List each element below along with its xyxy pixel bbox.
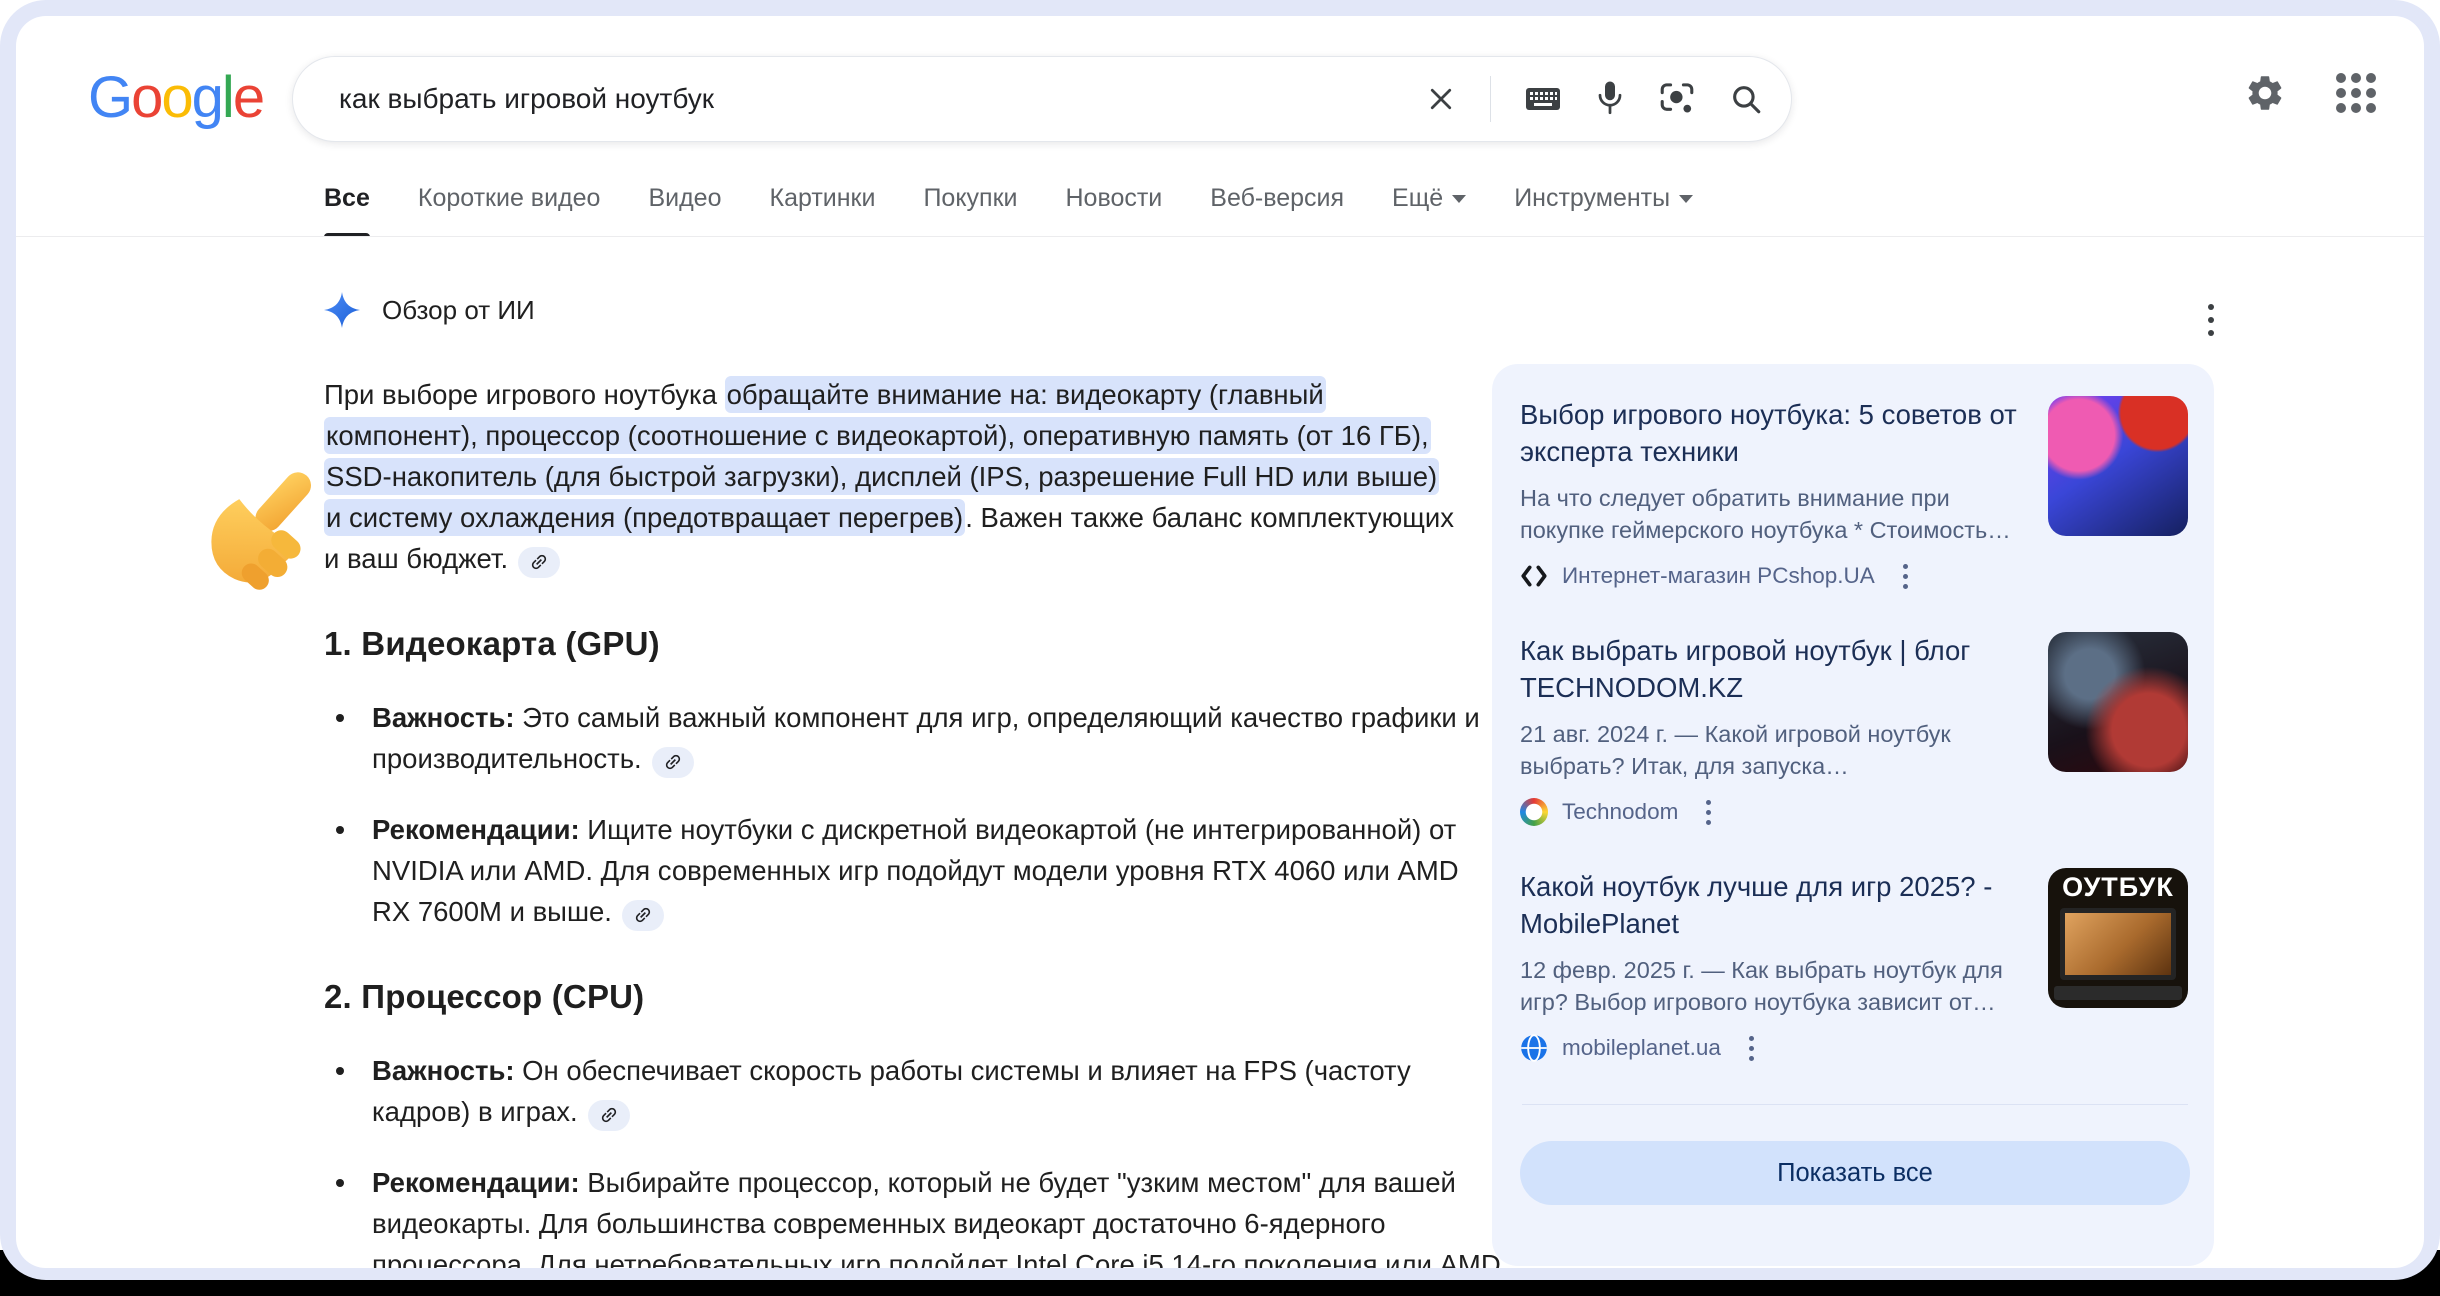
- search-box[interactable]: [292, 56, 1792, 142]
- thumbnail[interactable]: [2048, 632, 2188, 772]
- aio-title: Обзор от ИИ: [382, 295, 535, 326]
- search-input[interactable]: [339, 83, 1339, 115]
- google-lens-icon[interactable]: [1659, 81, 1695, 117]
- list-item: Важность: Это самый важный компонент для…: [324, 697, 1504, 779]
- browser-page: Google: [16, 16, 2424, 1268]
- ai-overview: Обзор от ИИ При выборе игрового ноутбука…: [324, 292, 1460, 1268]
- tab-shopping[interactable]: Покупки: [923, 182, 1017, 237]
- google-apps-icon[interactable]: [2336, 73, 2376, 113]
- tab-images[interactable]: Картинки: [770, 182, 876, 237]
- list-item: Важность: Он обеспечивает скорость работ…: [324, 1050, 1504, 1132]
- source-link-chip[interactable]: [622, 900, 664, 931]
- thumbnail[interactable]: ОУТБУК: [2048, 868, 2188, 1008]
- card-snippet: 21 авг. 2024 г. — Какой игровой ноутбук …: [1520, 718, 2024, 782]
- tab-more[interactable]: Ещё: [1392, 182, 1466, 237]
- cpu-bullet-list: Важность: Он обеспечивает скорость работ…: [324, 1050, 1460, 1268]
- tab-short-videos[interactable]: Короткие видео: [418, 182, 601, 237]
- tabs-divider: [16, 236, 2424, 237]
- google-logo[interactable]: Google: [88, 64, 263, 131]
- screenshot-root: Google: [0, 0, 2440, 1296]
- list-item: Рекомендации: Ищите ноутбуки с дискретно…: [324, 809, 1504, 932]
- card-title[interactable]: Как выбрать игровой ноутбук | блог TECHN…: [1520, 632, 2024, 706]
- card-snippet: 12 февр. 2025 г. — Как выбрать ноутбук д…: [1520, 954, 2024, 1018]
- thumbnail[interactable]: [2048, 396, 2188, 536]
- tab-tools[interactable]: Инструменты: [1514, 182, 1693, 237]
- section-heading-gpu: 1. Видеокарта (GPU): [324, 625, 1460, 663]
- source-name: Technodom: [1562, 799, 1678, 825]
- pointing-hand-emoji: [181, 456, 331, 606]
- three-dots-icon[interactable]: [1706, 800, 1711, 825]
- tab-videos[interactable]: Видео: [648, 182, 721, 237]
- card-title[interactable]: Какой ноутбук лучше для игр 2025? - Mobi…: [1520, 868, 2024, 942]
- laptop-screen-graphic: [2060, 908, 2176, 980]
- card-title[interactable]: Выбор игрового ноутбука: 5 советов от эк…: [1520, 396, 2024, 470]
- list-item: Рекомендации: Выбирайте процессор, котор…: [324, 1162, 1504, 1268]
- chevron-down-icon: [1679, 195, 1693, 203]
- source-card-1[interactable]: Выбор игрового ноутбука: 5 советов от эк…: [1520, 396, 2190, 590]
- tab-web[interactable]: Веб-версия: [1210, 182, 1344, 237]
- voice-search-icon[interactable]: [1595, 79, 1625, 119]
- search-submit-icon[interactable]: [1729, 82, 1763, 116]
- source-link-chip[interactable]: [652, 747, 694, 778]
- gemini-sparkle-icon: [324, 292, 360, 328]
- chevron-down-icon: [1452, 195, 1466, 203]
- tab-news[interactable]: Новости: [1065, 182, 1162, 237]
- source-name: Интернет-магазин PCshop.UA: [1562, 563, 1875, 589]
- show-all-button[interactable]: Показать все: [1520, 1141, 2190, 1205]
- clear-search-icon[interactable]: [1426, 84, 1456, 114]
- section-heading-cpu: 2. Процессор (CPU): [324, 978, 1460, 1016]
- tab-all[interactable]: Все: [324, 182, 370, 237]
- aio-sources-panel: Выбор игрового ноутбука: 5 советов от эк…: [1492, 364, 2214, 1266]
- source-link-chip[interactable]: [588, 1100, 630, 1131]
- gpu-bullet-list: Важность: Это самый важный компонент для…: [324, 697, 1460, 932]
- three-dots-icon: [2208, 304, 2214, 336]
- aio-overflow-menu[interactable]: [2208, 304, 2214, 336]
- panel-divider: [1522, 1104, 2188, 1105]
- globe-favicon: [1520, 1034, 1548, 1062]
- three-dots-icon[interactable]: [1903, 564, 1908, 589]
- search-divider: [1490, 76, 1491, 122]
- source-card-3[interactable]: Какой ноутбук лучше для игр 2025? - Mobi…: [1520, 868, 2190, 1062]
- code-brackets-favicon: [1520, 562, 1548, 590]
- aio-intro-paragraph: При выборе игрового ноутбука обращайте в…: [324, 374, 1460, 579]
- source-link-chip[interactable]: [518, 547, 560, 578]
- source-card-2[interactable]: Как выбрать игровой ноутбук | блог TECHN…: [1520, 632, 2190, 826]
- card-snippet: На что следует обратить внимание при пок…: [1520, 482, 2024, 546]
- settings-gear-icon[interactable]: [2244, 72, 2286, 114]
- technodom-favicon: [1520, 798, 1548, 826]
- thumbnail-caption: ОУТБУК: [2048, 872, 2188, 903]
- result-filter-tabs: Все Короткие видео Видео Картинки Покупк…: [324, 182, 1693, 237]
- keyboard-icon[interactable]: [1525, 84, 1561, 114]
- three-dots-icon[interactable]: [1749, 1036, 1754, 1061]
- laptop-base-graphic: [2054, 986, 2182, 1000]
- source-name: mobileplanet.ua: [1562, 1035, 1721, 1061]
